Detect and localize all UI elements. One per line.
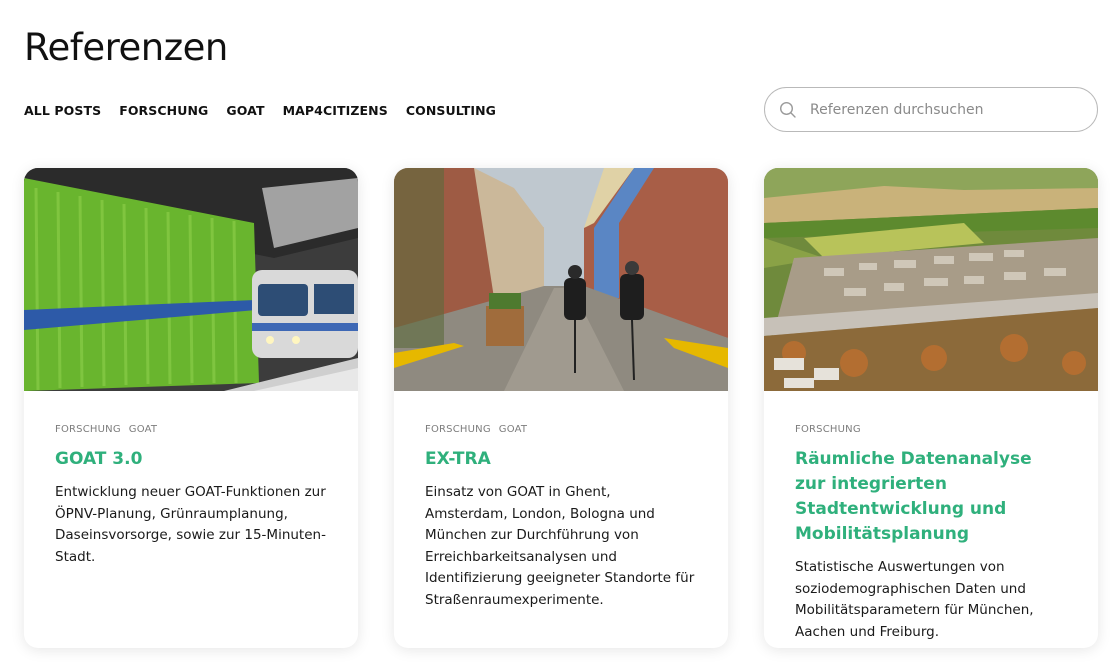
- street-cyclists-photo[interactable]: [394, 168, 728, 391]
- card-title[interactable]: EX-TRA: [425, 447, 697, 472]
- search-input[interactable]: [810, 101, 1080, 118]
- filter-all-posts[interactable]: ALL POSTS: [24, 103, 101, 118]
- card-description: Statistische Auswertungen von soziodemog…: [795, 559, 1034, 640]
- filter-map4citizens[interactable]: MAP4CITIZENS: [283, 103, 388, 118]
- tag[interactable]: FORSCHUNG: [795, 424, 861, 435]
- page-title: Referenzen: [24, 26, 228, 69]
- tag[interactable]: GOAT: [129, 424, 157, 435]
- card-description: Einsatz von GOAT in Ghent, Amsterdam, Lo…: [425, 484, 695, 608]
- reference-card-ex-tra[interactable]: FORSCHUNG GOAT EX-TRA Einsatz von GOAT i…: [394, 168, 728, 648]
- card-title[interactable]: Räumliche Datenanalyse zur integrierten …: [795, 447, 1067, 547]
- tag[interactable]: GOAT: [499, 424, 527, 435]
- reference-card-datenanalyse[interactable]: FORSCHUNG Räumliche Datenanalyse zur int…: [764, 168, 1098, 648]
- tag[interactable]: FORSCHUNG: [55, 424, 121, 435]
- search-icon: [779, 101, 796, 118]
- filter-goat[interactable]: GOAT: [226, 103, 264, 118]
- filter-consulting[interactable]: CONSULTING: [406, 103, 496, 118]
- tag[interactable]: FORSCHUNG: [425, 424, 491, 435]
- card-title[interactable]: GOAT 3.0: [55, 447, 327, 472]
- card-description: Entwicklung neuer GOAT-Funktionen zur ÖP…: [55, 484, 326, 565]
- reference-card-goat-3[interactable]: FORSCHUNG GOAT GOAT 3.0 Entwicklung neue…: [24, 168, 358, 648]
- search-box[interactable]: [764, 87, 1098, 132]
- subway-station-photo[interactable]: [24, 168, 358, 391]
- aerial-city-photo[interactable]: [764, 168, 1098, 391]
- category-filter-nav: ALL POSTS FORSCHUNG GOAT MAP4CITIZENS CO…: [24, 103, 496, 118]
- filter-forschung[interactable]: FORSCHUNG: [119, 103, 208, 118]
